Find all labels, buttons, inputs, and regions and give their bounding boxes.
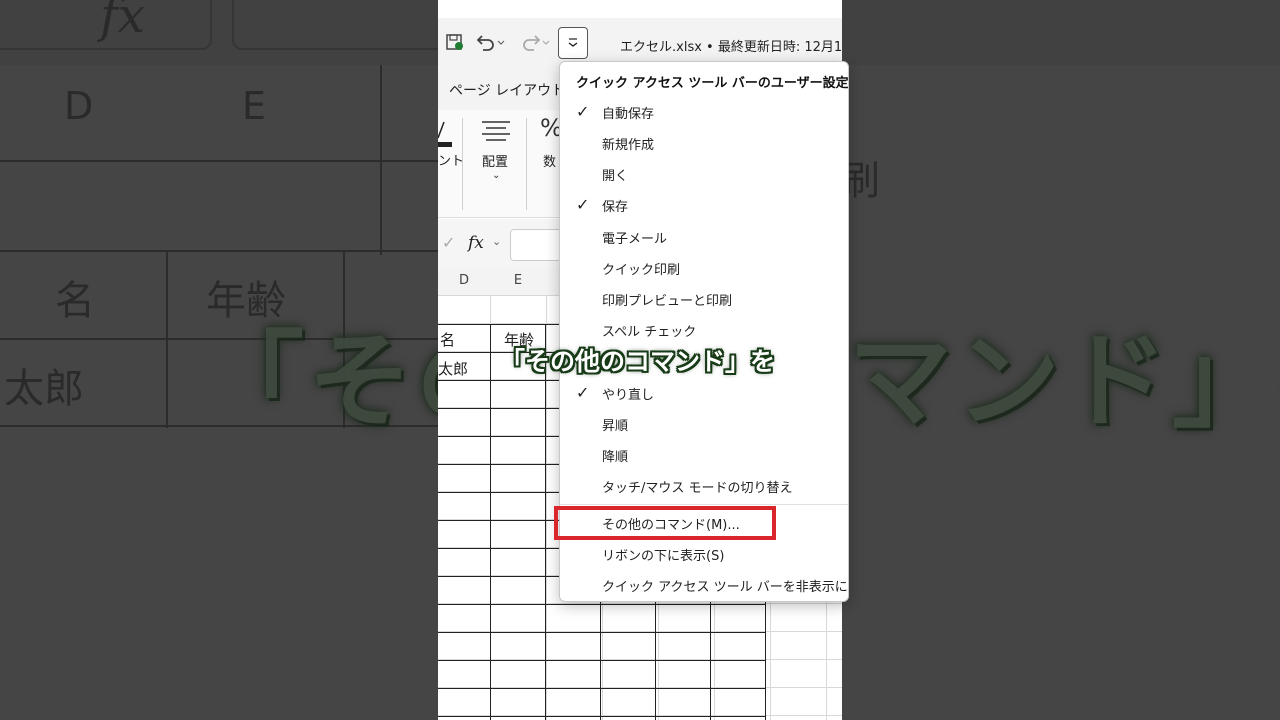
group-align-label[interactable]: 配置 — [482, 151, 508, 170]
cell-name-value[interactable]: 太郎 — [438, 358, 468, 379]
menu-separator — [560, 504, 848, 505]
menu-item-label: スペル チェック — [602, 325, 697, 340]
cancel-check-icon[interactable]: ✓ — [442, 233, 455, 252]
document-title: エクセル.xlsx • 最終更新日時: 12月13日 — [620, 40, 842, 55]
menu-item-print-preview[interactable]: 印刷プレビューと印刷 — [560, 284, 848, 314]
group-number-label[interactable]: 数 — [543, 151, 556, 170]
menu-item-redo[interactable]: ✓ やり直し — [560, 378, 848, 408]
redo-icon[interactable] — [518, 32, 552, 52]
menu-item-quick-print[interactable]: クイック印刷 — [560, 253, 848, 283]
group-font-label: ント — [438, 154, 465, 169]
undo-icon[interactable] — [474, 32, 508, 52]
check-icon: ✓ — [576, 195, 590, 214]
menu-item-label: 自動保存 — [602, 107, 655, 122]
menu-item-label: クイック アクセス ツール バーを非表示にする (H — [602, 580, 848, 595]
align-icon[interactable] — [480, 118, 512, 146]
check-icon: ✓ — [576, 383, 590, 402]
menu-item-autosave[interactable]: ✓ 自動保存 — [560, 97, 848, 127]
menu-item-show-below-ribbon[interactable]: リボンの下に表示(S) — [560, 539, 848, 569]
chevron-down-icon — [568, 38, 578, 47]
cell-header-name[interactable]: 名 — [440, 329, 455, 350]
menu-item-label: 降順 — [602, 450, 629, 465]
stage: fx D E 名 年齢 太郎 刷 「その他のコマンド」を — [0, 0, 1280, 720]
align-chevron-icon[interactable]: ⌄ — [492, 170, 500, 181]
fx-chevron-icon[interactable]: ⌄ — [492, 235, 501, 248]
menu-item-label: 昇順 — [602, 419, 629, 434]
menu-item-spell-check[interactable]: スペル チェック — [560, 315, 848, 345]
menu-item-hide-toolbar[interactable]: クイック アクセス ツール バーを非表示にする (H — [560, 570, 848, 600]
menu-item-save[interactable]: ✓ 保存 — [560, 190, 848, 220]
menu-item-label: リボンの下に表示(S) — [602, 549, 725, 564]
font-color-icon[interactable] — [438, 120, 452, 148]
menu-item-label: クイック印刷 — [602, 263, 681, 278]
ribbon-separator-1 — [462, 118, 463, 210]
menu-item-label: 新規作成 — [602, 138, 655, 153]
ribbon-separator-2 — [526, 118, 527, 210]
menu-item-label: 電子メール — [602, 232, 668, 247]
menu-item-sort-desc[interactable]: 降順 — [560, 440, 848, 470]
fx-label[interactable]: fx — [468, 233, 484, 253]
menu-item-sort-asc[interactable]: 昇順 — [560, 409, 848, 439]
menu-item-email[interactable]: 電子メール — [560, 222, 848, 252]
menu-title: クイック アクセス ツール バーのユーザー設定 — [576, 76, 849, 91]
customize-qat-button[interactable] — [558, 27, 588, 59]
menu-item-label: タッチ/マウス モードの切り替え — [602, 481, 793, 496]
title-bar: エクセル.xlsx • 最終更新日時: 12月13日 — [438, 0, 842, 66]
menu-item-label: やり直し — [602, 388, 655, 403]
menu-item-label: 保存 — [602, 200, 629, 215]
menu-item-label: 印刷プレビューと印刷 — [602, 294, 733, 309]
check-icon: ✓ — [576, 102, 590, 121]
column-header-e[interactable]: E — [490, 267, 546, 295]
caption-text: 「その他のコマンド」を — [500, 347, 776, 376]
menu-item-touch-mode[interactable]: タッチ/マウス モードの切り替え — [560, 471, 848, 501]
column-header-d[interactable]: D — [438, 267, 490, 295]
menu-item-label: 開く — [602, 169, 629, 184]
autosave-icon[interactable] — [444, 32, 466, 52]
menu-item-new[interactable]: 新規作成 — [560, 128, 848, 158]
tab-page-layout[interactable]: ページ レイアウト — [449, 80, 565, 100]
menu-item-open[interactable]: 開く — [560, 159, 848, 189]
highlight-box — [554, 506, 776, 540]
